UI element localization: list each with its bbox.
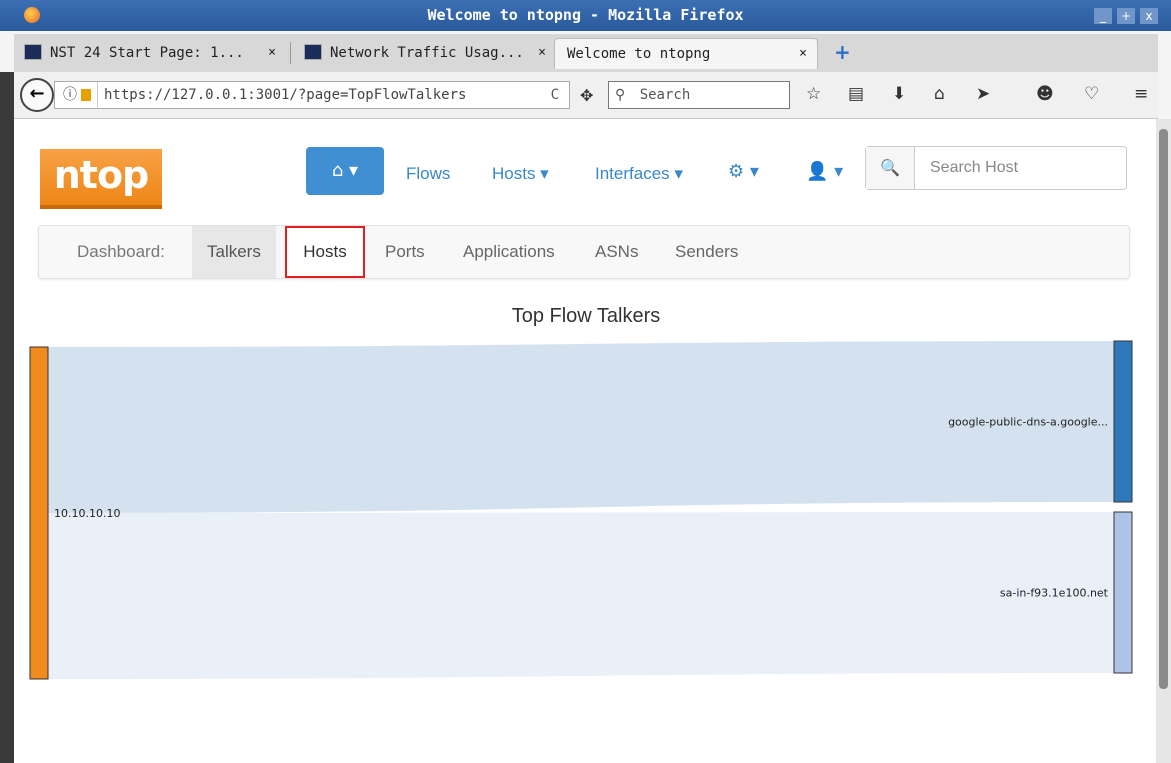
downloads-icon[interactable]: ⬇	[892, 84, 906, 104]
tab-bar: NST 24 Start Page: 1... × Network Traffi…	[14, 34, 1158, 72]
nst-favicon-icon	[24, 44, 42, 60]
tab-close-icon[interactable]: ×	[268, 38, 276, 68]
tab-nst-start-page[interactable]: NST 24 Start Page: 1... ×	[14, 38, 286, 68]
search-icon[interactable]: 🔍	[866, 147, 915, 189]
settings-gear-icon[interactable]: ⚙ ▾	[728, 161, 759, 182]
search-host-placeholder: Search Host	[930, 159, 1019, 176]
sankey-target-label: google-public-dns-a.google...	[948, 416, 1108, 429]
dashboard-tab-ports[interactable]: Ports	[385, 226, 425, 278]
sankey-source-node[interactable]	[29, 346, 49, 680]
tab-welcome-ntopng[interactable]: Welcome to ntopng ×	[554, 38, 818, 69]
dashboard-tab-asns[interactable]: ASNs	[595, 226, 638, 278]
top-flow-talkers-sankey: 10.10.10.10 google-public-dns-a.google...…	[29, 340, 1133, 680]
ntop-logo[interactable]: ntop	[40, 149, 162, 209]
window-frame	[0, 72, 14, 763]
tab-label: Welcome to ntopng	[567, 46, 711, 62]
page-actions-icon[interactable]: ✥	[580, 86, 593, 105]
url-text[interactable]: https://127.0.0.1:3001/?page=TopFlowTalk…	[97, 82, 494, 108]
tab-label: Network Traffic Usag...	[330, 45, 524, 61]
dashboard-tab-hosts[interactable]: Hosts	[285, 226, 365, 278]
home-dropdown-button[interactable]: ⌂ ▾	[306, 147, 384, 195]
tab-close-icon[interactable]: ×	[799, 39, 807, 69]
reading-list-icon[interactable]: ▤	[848, 84, 864, 104]
dashboard-label: Dashboard:	[77, 242, 165, 261]
sankey-link[interactable]	[48, 512, 1114, 679]
info-icon[interactable]: ⓘ	[63, 82, 77, 108]
send-icon[interactable]: ➤	[976, 84, 990, 104]
sankey-target-node[interactable]	[1113, 511, 1133, 674]
dashboard-nav: Dashboard: Talkers Hosts Ports Applicati…	[38, 225, 1130, 279]
dashboard-tab-applications[interactable]: Applications	[463, 226, 555, 278]
menu-icon[interactable]: ≡	[1134, 84, 1148, 104]
ntopng-page: ntop ⌂ ▾ Flows Hosts ▾ Interfaces ▾ ⚙ ▾ …	[14, 119, 1158, 763]
tab-label: NST 24 Start Page: 1...	[50, 45, 244, 61]
insecure-lock-icon[interactable]	[81, 89, 91, 101]
nst-favicon-icon	[304, 44, 322, 60]
page-scrollbar[interactable]	[1156, 119, 1171, 763]
window-title: Welcome to ntopng - Mozilla Firefox	[427, 6, 744, 24]
sankey-target-label: sa-in-f93.1e100.net	[1000, 587, 1109, 600]
back-button[interactable]: ←	[20, 78, 54, 112]
user-icon[interactable]: 👤 ▾	[806, 161, 843, 182]
search-host-input[interactable]: 🔍 Search Host	[865, 146, 1127, 190]
browser-search-input[interactable]: ⚲ Search	[608, 81, 790, 109]
dashboard-tab-talkers[interactable]: Talkers	[192, 226, 276, 278]
home-icon[interactable]: ⌂	[934, 84, 945, 104]
tab-separator	[290, 42, 291, 64]
sankey-source-label: 10.10.10.10	[54, 507, 120, 520]
chat-icon[interactable]: ☻	[1036, 84, 1054, 104]
tab-close-icon[interactable]: ×	[538, 38, 546, 68]
pocket-icon[interactable]: ♡	[1084, 84, 1099, 104]
scrollbar-thumb[interactable]	[1159, 129, 1168, 689]
search-icon: ⚲	[615, 87, 626, 103]
chart-title: Top Flow Talkers	[511, 305, 661, 327]
minimize-button[interactable]: _	[1094, 8, 1112, 24]
close-window-button[interactable]: x	[1140, 8, 1158, 24]
nav-hosts-dropdown[interactable]: Hosts ▾	[492, 164, 549, 184]
browser-search-placeholder: Search	[639, 87, 691, 103]
browser-navbar: ← ⓘ https://127.0.0.1:3001/?page=TopFlowT…	[14, 72, 1158, 119]
dashboard-tab-senders[interactable]: Senders	[675, 226, 738, 278]
url-bar[interactable]: ⓘ https://127.0.0.1:3001/?page=TopFlowTal…	[54, 81, 570, 109]
bookmark-star-icon[interactable]: ☆	[806, 84, 821, 104]
nav-interfaces-dropdown[interactable]: Interfaces ▾	[595, 164, 683, 184]
nav-flows-link[interactable]: Flows	[406, 164, 450, 184]
sankey-target-node[interactable]	[1113, 340, 1133, 503]
reload-button[interactable]: C	[551, 82, 559, 108]
tab-network-traffic[interactable]: Network Traffic Usag... ×	[294, 38, 556, 68]
maximize-button[interactable]: +	[1117, 8, 1135, 24]
new-tab-button[interactable]: +	[834, 42, 851, 62]
window-titlebar: Welcome to ntopng - Mozilla Firefox _ + …	[0, 0, 1171, 31]
